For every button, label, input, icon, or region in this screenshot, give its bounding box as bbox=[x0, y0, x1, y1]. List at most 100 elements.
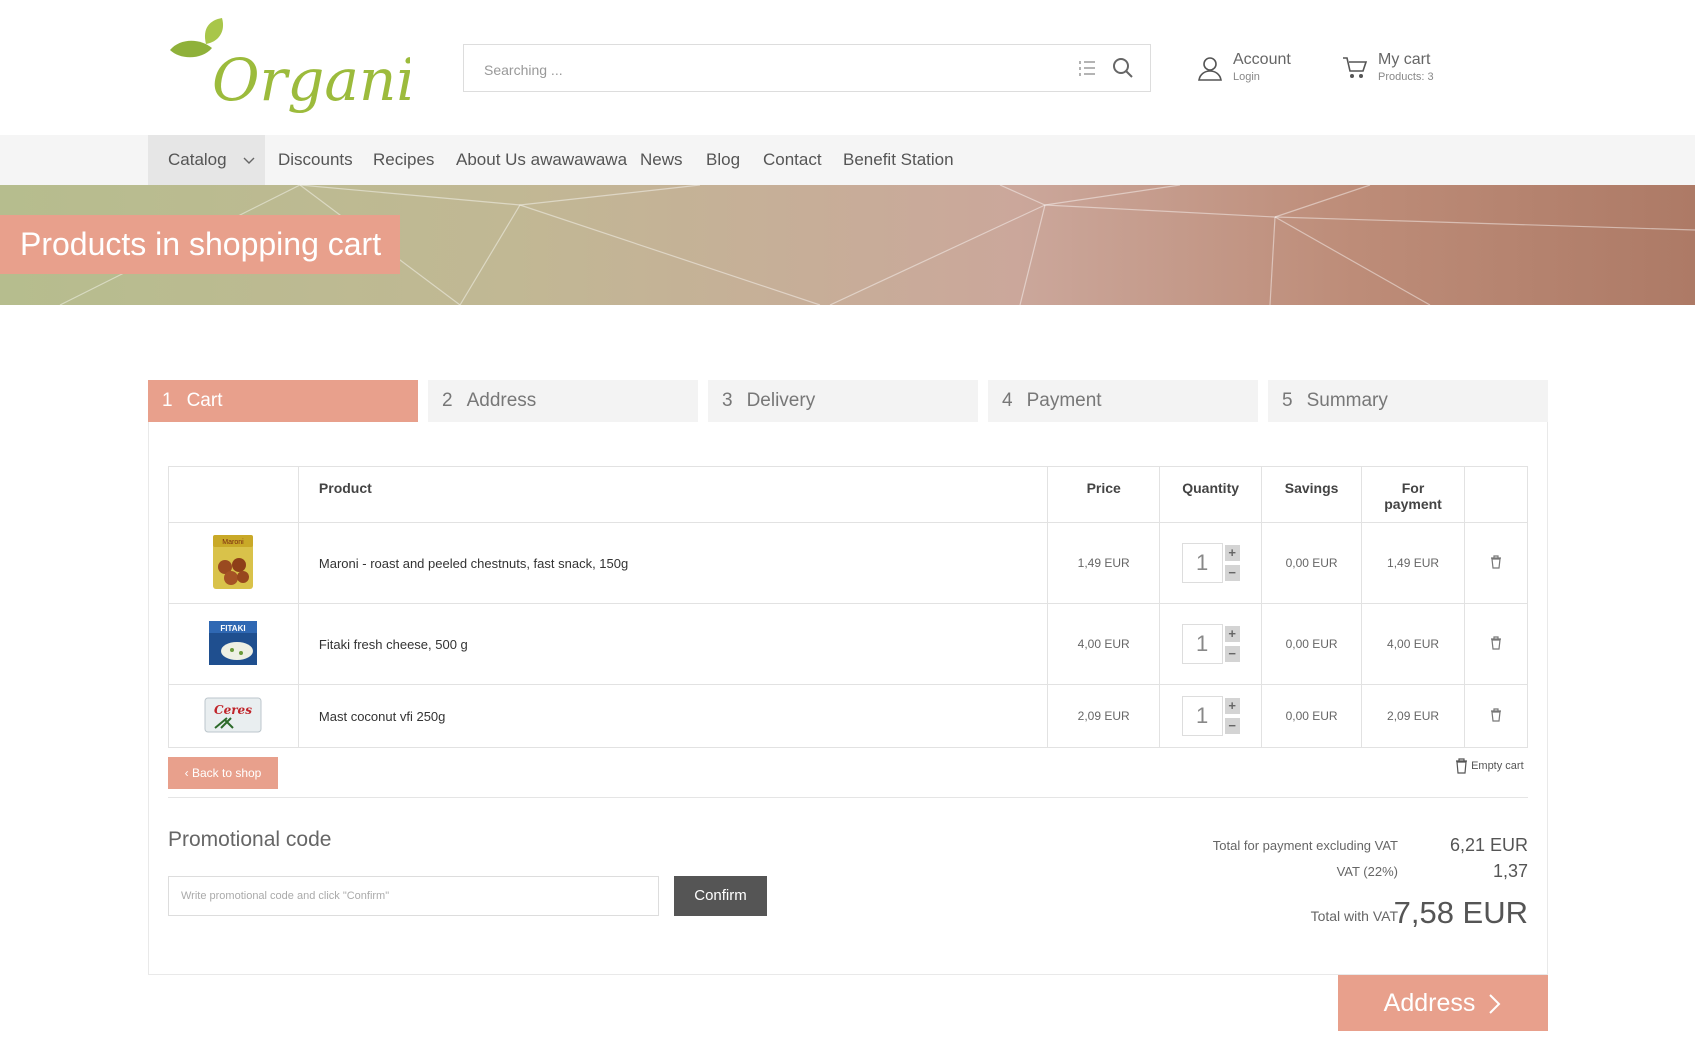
total-with-vat-label: Total with VAT bbox=[1310, 908, 1398, 924]
product-image-cell[interactable]: Ceres bbox=[168, 684, 299, 748]
nav-item-contact[interactable]: Contact bbox=[763, 135, 822, 185]
product-name[interactable]: Fitaki fresh cheese, 500 g bbox=[297, 603, 1049, 685]
step-delivery[interactable]: 3 Delivery bbox=[708, 380, 978, 422]
nav-item-about-us[interactable]: About Us awawawawa bbox=[456, 135, 627, 185]
product-savings: 0,00 EUR bbox=[1261, 684, 1363, 748]
nav-item-discounts[interactable]: Discounts bbox=[278, 135, 353, 185]
quantity-input[interactable]: 1 bbox=[1181, 696, 1223, 736]
table-header-row: Product Price Quantity Savings For paymen… bbox=[168, 466, 1528, 523]
back-to-shop-label: Back to shop bbox=[191, 766, 262, 780]
product-for-payment: 2,09 EUR bbox=[1361, 684, 1466, 748]
next-step-label: Address bbox=[1383, 989, 1476, 1017]
step-cart[interactable]: 1 Cart bbox=[148, 380, 418, 422]
promo-code-input[interactable] bbox=[168, 876, 659, 916]
quantity-increase-button[interactable]: + bbox=[1224, 626, 1240, 642]
product-price: 2,09 EUR bbox=[1047, 684, 1161, 748]
nav-item-label: Catalog bbox=[168, 150, 227, 169]
header-for-payment: For payment bbox=[1361, 466, 1466, 523]
quantity-stepper: 1 + − bbox=[1181, 696, 1240, 736]
step-number: 3 bbox=[722, 390, 733, 411]
step-number: 4 bbox=[1002, 390, 1013, 411]
product-image-cell[interactable]: FITAKI bbox=[168, 603, 299, 685]
step-label: Delivery bbox=[746, 390, 816, 411]
search-icon[interactable] bbox=[1110, 55, 1136, 81]
trash-icon bbox=[1491, 554, 1501, 569]
chevron-left-icon: ‹ bbox=[184, 766, 189, 780]
nav-item-news[interactable]: News bbox=[640, 135, 683, 185]
login-link[interactable]: Login bbox=[1233, 71, 1260, 83]
step-label: Payment bbox=[1026, 390, 1102, 411]
nav-item-benefit-station[interactable]: Benefit Station bbox=[843, 135, 954, 185]
next-step-address-button[interactable]: Address bbox=[1338, 975, 1548, 1031]
cart-icon bbox=[1341, 54, 1369, 82]
nav-item-catalog[interactable]: Catalog bbox=[148, 135, 265, 185]
quantity-decrease-button[interactable]: − bbox=[1224, 646, 1240, 662]
remove-item-button[interactable] bbox=[1464, 522, 1528, 604]
quantity-decrease-button[interactable]: − bbox=[1224, 718, 1240, 734]
product-for-payment: 1,49 EUR bbox=[1361, 522, 1466, 604]
nav-item-blog[interactable]: Blog bbox=[706, 135, 740, 185]
step-address[interactable]: 2 Address bbox=[428, 380, 698, 422]
header-quantity: Quantity bbox=[1159, 466, 1263, 523]
quantity-cell: 1 + − bbox=[1159, 684, 1263, 748]
step-label: Address bbox=[466, 390, 537, 411]
quantity-input[interactable]: 1 bbox=[1181, 543, 1223, 583]
product-image[interactable]: Ceres bbox=[203, 694, 263, 736]
chevron-down-icon bbox=[243, 135, 255, 185]
quantity-cell: 1 + − bbox=[1159, 522, 1263, 604]
header-image bbox=[168, 466, 299, 523]
remove-item-button[interactable] bbox=[1464, 603, 1528, 685]
quantity-increase-button[interactable]: + bbox=[1224, 698, 1240, 714]
quantity-stepper: 1 + − bbox=[1181, 624, 1240, 664]
page-title: Products in shopping cart bbox=[0, 215, 400, 274]
filter-list-icon[interactable] bbox=[1076, 57, 1098, 79]
account-link[interactable]: Account Login bbox=[1196, 50, 1316, 90]
chevron-right-icon bbox=[1482, 989, 1502, 1017]
quantity-stepper: 1 + − bbox=[1181, 543, 1240, 583]
total-with-vat-value: 7,58 EUR bbox=[1393, 895, 1528, 930]
product-name[interactable]: Mast coconut vfi 250g bbox=[297, 684, 1049, 748]
search-box bbox=[463, 44, 1151, 92]
empty-cart-button[interactable]: Empty cart bbox=[1455, 758, 1530, 780]
product-image[interactable]: FITAKI bbox=[205, 615, 261, 671]
header-remove bbox=[1464, 466, 1528, 523]
logo-graphic: Organica bbox=[170, 18, 482, 114]
cart-count: Products: 3 bbox=[1378, 71, 1434, 83]
total-excl-vat-label: Total for payment excluding VAT bbox=[1212, 838, 1398, 853]
quantity-cell: 1 + − bbox=[1159, 603, 1263, 685]
quantity-input[interactable]: 1 bbox=[1181, 624, 1223, 664]
back-to-shop-button[interactable]: ‹ Back to shop bbox=[168, 757, 278, 789]
confirm-promo-button[interactable]: Confirm bbox=[674, 876, 767, 916]
search-input[interactable] bbox=[482, 57, 1056, 83]
step-label: Cart bbox=[186, 390, 223, 411]
trash-icon bbox=[1491, 707, 1501, 722]
quantity-increase-button[interactable]: + bbox=[1224, 545, 1240, 561]
account-label: Account bbox=[1233, 51, 1291, 68]
step-summary[interactable]: 5 Summary bbox=[1268, 380, 1548, 422]
my-cart-link[interactable]: My cart Products: 3 bbox=[1341, 50, 1481, 90]
product-image-label: Maroni bbox=[223, 539, 245, 546]
nav-item-recipes[interactable]: Recipes bbox=[373, 135, 434, 185]
product-image-label: FITAKI bbox=[221, 624, 246, 633]
product-for-payment: 4,00 EUR bbox=[1361, 603, 1466, 685]
product-name[interactable]: Maroni - roast and peeled chestnuts, fas… bbox=[297, 522, 1049, 604]
step-number: 5 bbox=[1282, 390, 1293, 411]
product-image-cell[interactable]: Maroni bbox=[168, 522, 299, 604]
quantity-decrease-button[interactable]: − bbox=[1224, 565, 1240, 581]
remove-item-button[interactable] bbox=[1464, 684, 1528, 748]
user-icon bbox=[1196, 54, 1224, 82]
product-image-label: Ceres bbox=[215, 703, 253, 717]
table-row: Ceres Mast coconut vfi 250g 2,09 EUR 1 +… bbox=[168, 684, 1528, 748]
table-row: Maroni Maroni - roast and peeled chestnu… bbox=[168, 522, 1528, 604]
logo-text: Organica bbox=[212, 46, 410, 114]
logo[interactable]: Organica bbox=[160, 14, 482, 124]
product-savings: 0,00 EUR bbox=[1261, 603, 1363, 685]
vat-value: 1,37 bbox=[1492, 861, 1528, 881]
promo-title: Promotional code bbox=[168, 828, 332, 851]
step-payment[interactable]: 4 Payment bbox=[988, 380, 1258, 422]
product-savings: 0,00 EUR bbox=[1261, 522, 1363, 604]
cart-table: Product Price Quantity Savings For paymen… bbox=[168, 466, 1528, 748]
table-row: FITAKI Fitaki fresh cheese, 500 g 4,00 E… bbox=[168, 603, 1528, 685]
empty-cart-label: Empty cart bbox=[1471, 759, 1524, 772]
product-image[interactable]: Maroni bbox=[210, 533, 256, 591]
